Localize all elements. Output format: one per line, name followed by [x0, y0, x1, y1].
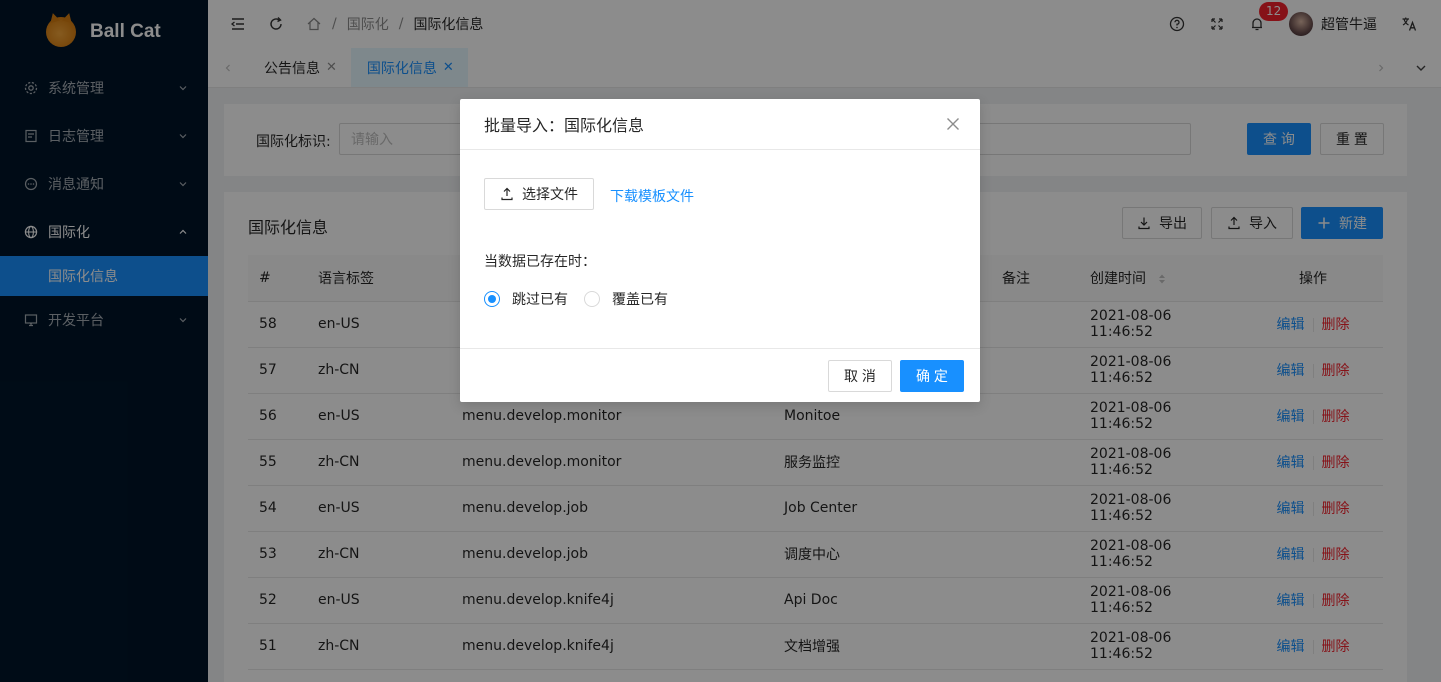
modal-footer: 取 消 确 定	[460, 350, 980, 402]
radio-label: 跳过已有	[512, 292, 568, 308]
close-icon[interactable]	[944, 115, 962, 133]
cancel-button[interactable]: 取 消	[828, 360, 892, 392]
select-file-label: 选择文件	[522, 186, 578, 202]
modal-body: 选择文件 下载模板文件 当数据已存在时： 跳过已有 覆盖已有	[460, 150, 980, 349]
radio-unchecked-icon	[584, 291, 600, 307]
modal-header: 批量导入：国际化信息	[460, 99, 980, 150]
exist-label: 当数据已存在时：	[484, 254, 596, 270]
download-template-link[interactable]: 下载模板文件	[610, 186, 694, 206]
upload-icon	[500, 187, 514, 201]
select-file-button[interactable]: 选择文件	[484, 178, 594, 210]
import-modal: 批量导入：国际化信息 选择文件 下载模板文件 当数据已存在时： 跳过已有 覆盖已…	[460, 99, 980, 402]
radio-skip-existing[interactable]: 跳过已有	[484, 289, 568, 309]
radio-overwrite-existing[interactable]: 覆盖已有	[584, 289, 668, 309]
ok-button[interactable]: 确 定	[900, 360, 964, 392]
exist-policy-radio-group: 跳过已有 覆盖已有	[484, 289, 684, 309]
radio-checked-icon	[484, 291, 500, 307]
radio-label: 覆盖已有	[612, 292, 668, 308]
modal-title: 批量导入：国际化信息	[484, 116, 645, 135]
